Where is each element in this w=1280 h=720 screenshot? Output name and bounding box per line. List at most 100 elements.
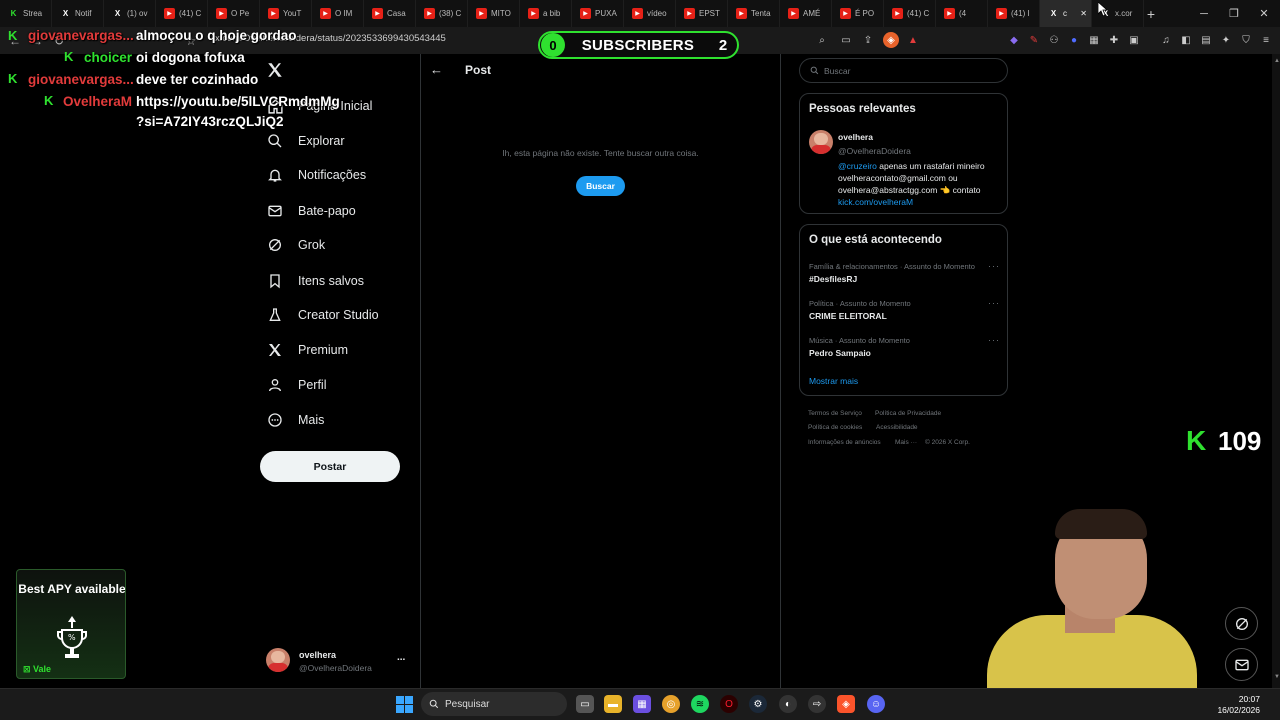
nav-profile[interactable]: Perfil	[266, 372, 326, 398]
zoom-icon[interactable]: ⌕	[814, 32, 830, 48]
nav-grok[interactable]: Grok	[266, 232, 325, 258]
extension-icon[interactable]: ▦	[1086, 32, 1102, 48]
app-icon[interactable]: ⇨	[808, 695, 826, 713]
chrome-icon[interactable]: ◎	[662, 695, 680, 713]
browser-tab[interactable]: ▶ Tenta	[728, 0, 780, 27]
nav-bookmarks[interactable]: Itens salvos	[266, 268, 364, 294]
ad-widget[interactable]: Best APY available % ⊠ Vale	[16, 569, 126, 679]
sidebar-icon[interactable]: ◧	[1178, 32, 1194, 48]
footer-link[interactable]: Acessibilidade	[876, 424, 918, 431]
nav-explore[interactable]: Explorar	[266, 128, 345, 154]
account-more-icon[interactable]: ...	[397, 652, 405, 663]
opera-icon[interactable]: O	[720, 695, 738, 713]
messages-float-icon[interactable]	[1225, 648, 1258, 681]
search-input[interactable]: Buscar	[799, 58, 1008, 83]
browser-tab[interactable]: ▶ (41) I	[988, 0, 1040, 27]
bio-mention-link[interactable]: @cruzeiro	[838, 161, 877, 171]
install-app-icon[interactable]: ▭	[838, 32, 854, 48]
file-explorer-icon[interactable]: ▬	[604, 695, 622, 713]
browser-tab[interactable]: ▶ MITO	[468, 0, 520, 27]
nav-notifications[interactable]: Notificações	[266, 162, 366, 188]
maximize-icon[interactable]: ❐	[1218, 0, 1250, 27]
spotify-icon[interactable]: ≋	[691, 695, 709, 713]
page-scrollbar[interactable]: ▲ ▼	[1272, 54, 1280, 688]
scroll-down-icon[interactable]: ▼	[1274, 674, 1280, 680]
trend-item[interactable]: Política · Assunto do Momento CRIME ELEI…	[809, 299, 911, 321]
footer-link[interactable]: Política de Privacidade	[875, 410, 941, 417]
nav-creator-studio[interactable]: Creator Studio	[266, 302, 379, 328]
browser-tab[interactable]: X (1) ov	[104, 0, 156, 27]
search-button[interactable]: Buscar	[576, 176, 625, 196]
browser-tab[interactable]: ▶ O Pe	[208, 0, 260, 27]
vpn-icon[interactable]: ⛉	[1238, 32, 1254, 48]
app-icon[interactable]: ◐	[779, 695, 797, 713]
nav-chat[interactable]: Bate-papo	[266, 198, 356, 224]
browser-tab[interactable]: ▶ YouT	[260, 0, 312, 27]
brave-shield-icon[interactable]: ◈	[883, 32, 899, 48]
browser-tab[interactable]: ▶ AMÉ	[780, 0, 832, 27]
trend-more-icon[interactable]: ···	[988, 298, 1000, 308]
menu-icon[interactable]: ≡	[1258, 32, 1274, 48]
person-name[interactable]: ovelhera	[838, 132, 873, 142]
leo-ai-icon[interactable]: ✦	[1218, 32, 1234, 48]
minimize-icon[interactable]: ─	[1188, 0, 1220, 27]
extension-icon[interactable]: ◆	[1006, 32, 1022, 48]
browser-tab[interactable]: Xc ✕	[1040, 0, 1092, 27]
discord-icon[interactable]: ☺	[867, 695, 885, 713]
nav-premium[interactable]: Premium	[266, 337, 348, 363]
footer-link[interactable]: Política de cookies	[808, 424, 862, 431]
taskbar-date[interactable]: 16/02/2026	[1206, 705, 1260, 715]
new-tab-button[interactable]: +	[1140, 0, 1162, 27]
steam-icon[interactable]: ⚙	[749, 695, 767, 713]
close-tab-icon[interactable]: ✕	[1080, 9, 1087, 18]
footer-link[interactable]: Informações de anúncios	[808, 439, 881, 446]
browser-tab[interactable]: ▶ EPST	[676, 0, 728, 27]
back-icon[interactable]: ←	[430, 62, 443, 77]
extension-icon[interactable]: ✎	[1026, 32, 1042, 48]
windows-start-icon[interactable]	[396, 696, 413, 713]
bio-link[interactable]: kick.com/ovelheraM	[838, 197, 913, 207]
taskbar-time[interactable]: 20:07	[1220, 694, 1260, 704]
task-view-icon[interactable]: ▭	[576, 695, 594, 713]
browser-tab[interactable]: ▶ PUXA	[572, 0, 624, 27]
media-icon[interactable]: ♫	[1158, 32, 1174, 48]
footer-link[interactable]: Mais ···	[895, 439, 917, 446]
trend-more-icon[interactable]: ···	[988, 335, 1000, 345]
browser-tab[interactable]: X Notif	[52, 0, 104, 27]
browser-tab[interactable]: ▶ (41) C	[156, 0, 208, 27]
show-more-link[interactable]: Mostrar mais	[809, 376, 858, 386]
browser-tab[interactable]: ▶ (41) C	[884, 0, 936, 27]
puzzle-icon[interactable]: ✚	[1106, 32, 1122, 48]
close-window-icon[interactable]: ✕	[1248, 0, 1280, 27]
apps-icon[interactable]: ▦	[633, 695, 651, 713]
browser-tab[interactable]: ▶ vídeo	[624, 0, 676, 27]
browser-tab[interactable]: ▶ É PO	[832, 0, 884, 27]
avatar[interactable]	[809, 130, 833, 154]
trend-item[interactable]: Família & relacionamentos · Assunto do M…	[809, 262, 975, 284]
footer-link[interactable]: Termos de Serviço	[808, 410, 862, 417]
browser-tab[interactable]: K Strea	[0, 0, 52, 27]
trend-item[interactable]: Música · Assunto do Momento Pedro Sampai…	[809, 336, 910, 358]
browser-tab[interactable]: ▶ a bib	[520, 0, 572, 27]
trend-more-icon[interactable]: ···	[988, 261, 1000, 271]
post-button[interactable]: Postar	[260, 451, 400, 482]
share-icon[interactable]: ⇪	[860, 32, 876, 48]
browser-tab-label: YouT	[283, 9, 302, 18]
trophy-icon: %	[55, 614, 89, 662]
brave-icon[interactable]: ◈	[837, 695, 855, 713]
brave-rewards-icon[interactable]: ▲	[905, 32, 921, 48]
x-logo-icon[interactable]	[266, 61, 286, 81]
grok-float-icon[interactable]	[1225, 607, 1258, 640]
screenshot-icon[interactable]: ▣	[1126, 32, 1142, 48]
avatar[interactable]	[266, 648, 290, 672]
browser-tab[interactable]: ▶ (38) C	[416, 0, 468, 27]
extension-icon[interactable]: ⚇	[1046, 32, 1062, 48]
extension-icon[interactable]: ●	[1066, 32, 1082, 48]
scroll-up-icon[interactable]: ▲	[1274, 58, 1280, 64]
browser-tab[interactable]: ▶ (4	[936, 0, 988, 27]
nav-more[interactable]: Mais	[266, 407, 324, 433]
taskbar-search[interactable]: Pesquisar	[421, 692, 567, 716]
browser-tab[interactable]: ▶ O IM	[312, 0, 364, 27]
wallet-icon[interactable]: ▤	[1198, 32, 1214, 48]
browser-tab[interactable]: ▶ Casa	[364, 0, 416, 27]
